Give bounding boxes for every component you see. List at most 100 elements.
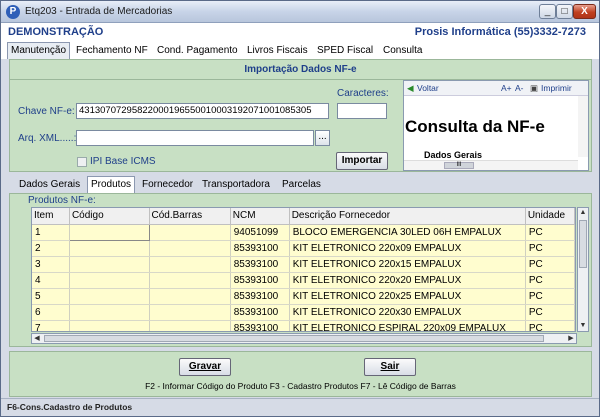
table-row[interactable]: 4 85393100 KIT ELETRONICO 220x20 EMPALUX PC <box>32 272 575 289</box>
column-header[interactable]: Cód.Barras <box>149 208 231 225</box>
table-cell[interactable] <box>149 224 231 241</box>
table-row[interactable]: 7 85393100 KIT ELETRONICO ESPIRAL 220x09 E… <box>32 320 575 331</box>
table-row[interactable]: 6 85393100 KIT ELETRONICO 220x30 EMPALUX PC <box>32 304 575 321</box>
browser-horizontal-scrollbar[interactable]: III <box>404 160 578 170</box>
font-up-button[interactable]: A+ <box>501 83 512 93</box>
browser-heading: Consulta da NF-e <box>405 117 545 136</box>
table-cell[interactable] <box>69 240 150 257</box>
table-cell[interactable]: PC <box>525 256 575 273</box>
print-link[interactable]: Imprimir <box>541 83 572 93</box>
table-cell[interactable]: 4 <box>32 272 70 289</box>
table-cell[interactable]: 5 <box>32 288 70 305</box>
table-cell[interactable]: KIT ELETRONICO ESPIRAL 220x09 EMPALUX <box>289 320 526 331</box>
nfe-browser-view[interactable]: ◀ Voltar A+ A- ▣ Imprimir Consulta da NF… <box>403 80 589 171</box>
table-cell[interactable]: KIT ELETRONICO 220x25 EMPALUX <box>289 288 526 305</box>
font-down-button[interactable]: A- <box>515 83 524 93</box>
browser-vertical-scrollbar[interactable] <box>578 96 588 157</box>
scroll-thumb[interactable]: III <box>444 162 474 169</box>
arq-xml-input[interactable] <box>76 130 314 146</box>
table-cell[interactable]: 2 <box>32 240 70 257</box>
table-cell[interactable]: 85393100 <box>230 320 290 331</box>
column-header[interactable]: Código <box>69 208 150 225</box>
subtab-parcelas[interactable]: Parcelas <box>279 177 324 193</box>
sair-button[interactable]: Sair <box>364 358 416 376</box>
table-cell[interactable]: PC <box>525 288 575 305</box>
table-cell[interactable]: KIT ELETRONICO 220x09 EMPALUX <box>289 240 526 257</box>
table-cell[interactable]: PC <box>525 304 575 321</box>
tab-consulta[interactable]: Consulta <box>380 43 425 59</box>
subtab-produtos[interactable]: Produtos <box>87 176 136 193</box>
table-row[interactable]: 2 85393100 KIT ELETRONICO 220x09 EMPALUX PC <box>32 240 575 257</box>
table-cell[interactable] <box>149 256 231 273</box>
back-link[interactable]: Voltar <box>417 83 439 93</box>
tab-livros-fiscais[interactable]: Livros Fiscais <box>244 43 311 59</box>
table-cell[interactable] <box>149 240 231 257</box>
column-header[interactable]: NCM <box>230 208 290 225</box>
subtab-dados-gerais[interactable]: Dados Gerais <box>16 177 83 193</box>
scroll-down-icon[interactable]: ▼ <box>578 321 588 331</box>
browse-button[interactable]: ... <box>315 130 330 146</box>
caracteres-input[interactable] <box>337 103 387 119</box>
table-cell[interactable] <box>149 272 231 289</box>
gravar-button[interactable]: Gravar <box>179 358 231 376</box>
tab-manutencao[interactable]: Manutenção <box>7 42 71 59</box>
table-cell[interactable]: 1 <box>32 224 70 241</box>
scroll-thumb[interactable] <box>579 220 587 268</box>
table-cell[interactable]: 6 <box>32 304 70 321</box>
ipi-base-icms-checkbox[interactable] <box>77 157 87 167</box>
status-bar: F6-Cons.Cadastro de Produtos <box>1 398 599 416</box>
minimize-button[interactable]: _ <box>539 4 556 19</box>
table-cell[interactable] <box>69 272 150 289</box>
close-button[interactable]: X <box>573 4 596 19</box>
scroll-up-icon[interactable]: ▲ <box>578 208 588 218</box>
printer-icon[interactable]: ▣ <box>530 83 538 94</box>
table-cell[interactable] <box>68 223 150 241</box>
table-cell[interactable]: 94051099 <box>230 224 290 241</box>
table-row[interactable]: 5 85393100 KIT ELETRONICO 220x25 EMPALUX PC <box>32 288 575 305</box>
table-cell[interactable] <box>149 304 231 321</box>
products-grid[interactable]: Item Código Cód.Barras NCM Descrição For… <box>31 207 576 332</box>
company-label: Prosis Informática (55)3332-7273 <box>414 26 586 38</box>
table-cell[interactable]: PC <box>525 272 575 289</box>
table-cell[interactable]: KIT ELETRONICO 220x20 EMPALUX <box>289 272 526 289</box>
table-cell[interactable]: PC <box>525 320 575 331</box>
table-cell[interactable]: 85393100 <box>230 240 290 257</box>
table-cell[interactable]: 85393100 <box>230 256 290 273</box>
table-cell[interactable]: 7 <box>32 320 70 331</box>
table-row[interactable]: 3 85393100 KIT ELETRONICO 220x15 EMPALUX PC <box>32 256 575 273</box>
table-cell[interactable] <box>69 320 150 331</box>
column-header[interactable]: Unidade <box>525 208 575 225</box>
back-arrow-icon[interactable]: ◀ <box>407 83 414 94</box>
chave-nfe-input[interactable]: 4313070729582200019655001000319207100108… <box>76 103 329 119</box>
table-cell[interactable]: 85393100 <box>230 272 290 289</box>
table-cell[interactable] <box>149 288 231 305</box>
subtab-fornecedor[interactable]: Fornecedor <box>139 177 196 193</box>
table-row[interactable]: 1 94051099 BLOCO EMERGENCIA 30LED 06H EMPA… <box>32 223 575 241</box>
table-cell[interactable] <box>69 288 150 305</box>
tab-fechamento-nf[interactable]: Fechamento NF <box>73 43 151 59</box>
table-cell[interactable] <box>69 256 150 273</box>
grid-vertical-scrollbar[interactable]: ▲ ▼ <box>577 207 589 332</box>
scroll-right-icon[interactable]: ▶ <box>566 334 576 343</box>
column-header[interactable]: Item <box>32 208 70 225</box>
table-cell[interactable]: 3 <box>32 256 70 273</box>
table-cell[interactable]: 85393100 <box>230 304 290 321</box>
importar-button[interactable]: Importar <box>336 152 388 170</box>
table-cell[interactable]: 85393100 <box>230 288 290 305</box>
tab-cond-pagamento[interactable]: Cond. Pagamento <box>154 43 241 59</box>
import-panel-title: Importação Dados NF-e <box>244 64 357 75</box>
tab-sped-fiscal[interactable]: SPED Fiscal <box>314 43 376 59</box>
grid-horizontal-scrollbar[interactable]: ◀ ▶ <box>31 333 577 344</box>
scroll-left-icon[interactable]: ◀ <box>32 334 42 343</box>
table-cell[interactable]: KIT ELETRONICO 220x30 EMPALUX <box>289 304 526 321</box>
table-cell[interactable]: PC <box>525 240 575 257</box>
table-cell[interactable]: PC <box>525 224 575 241</box>
column-header[interactable]: Descrição Fornecedor <box>289 208 526 225</box>
scroll-thumb[interactable] <box>44 335 544 342</box>
subtab-transportadora[interactable]: Transportadora <box>199 177 273 193</box>
table-cell[interactable] <box>69 304 150 321</box>
table-cell[interactable]: BLOCO EMERGENCIA 30LED 06H EMPALUX <box>289 224 526 241</box>
table-cell[interactable] <box>149 320 231 331</box>
maximize-button[interactable]: □ <box>556 4 573 19</box>
table-cell[interactable]: KIT ELETRONICO 220x15 EMPALUX <box>289 256 526 273</box>
